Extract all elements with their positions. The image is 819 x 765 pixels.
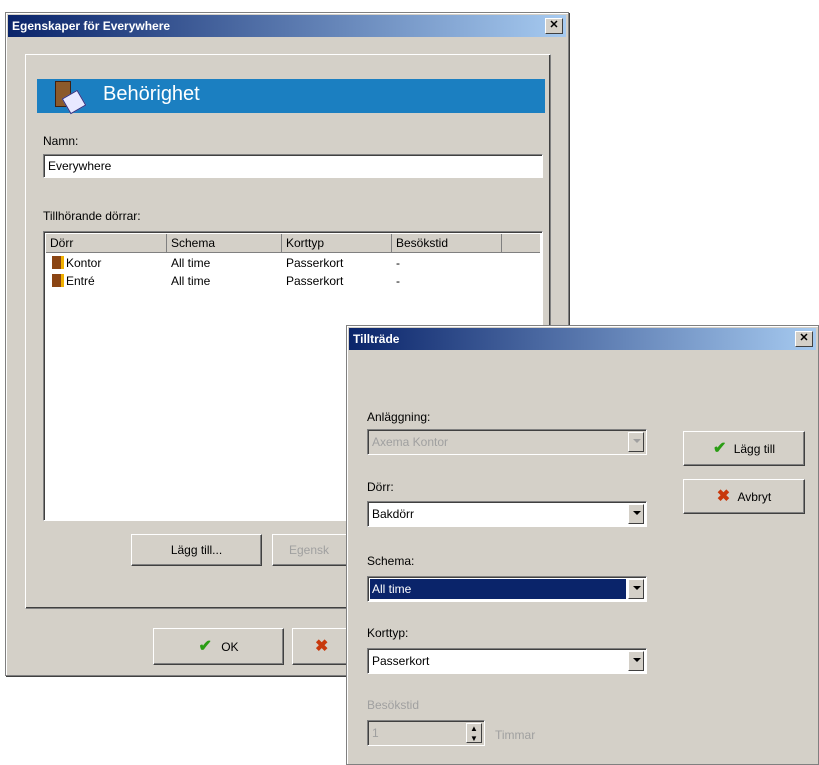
visit-time-spinner[interactable]: 1 ▲ ▼ (367, 720, 485, 746)
column-header-visittime[interactable]: Besökstid (392, 234, 502, 252)
close-icon[interactable]: ✕ (545, 18, 563, 34)
column-header-schema[interactable]: Schema (167, 234, 282, 252)
schedule-combo[interactable]: All time (367, 576, 647, 602)
facility-combo[interactable]: Axema Kontor (367, 429, 647, 455)
table-row[interactable]: Kontor All time Passerkort - (46, 254, 540, 272)
cardtype-combo[interactable]: Passerkort (367, 648, 647, 674)
access-dialog: Tillträde ✕ Anläggning: Axema Kontor Dör… (346, 325, 819, 765)
banner: Behörighet (37, 77, 545, 115)
schedule-combo-value: All time (372, 582, 412, 596)
door-properties-button-label: Egensk (289, 543, 330, 557)
add-door-button[interactable]: Lägg till... (131, 534, 262, 566)
banner-title: Behörighet (103, 83, 200, 105)
facility-label: Anläggning: (367, 410, 431, 424)
close-icon[interactable]: ✕ (795, 331, 813, 347)
name-label: Namn: (43, 134, 79, 148)
row-schema: All time (171, 256, 211, 270)
spinner-arrows-icon[interactable]: ▲ ▼ (466, 723, 482, 743)
cancel-access-button-label: Avbryt (737, 490, 772, 504)
access-dialog-title: Tillträde (353, 332, 400, 346)
name-field[interactable]: Everywhere (43, 154, 543, 178)
door-icon (52, 256, 64, 269)
chevron-down-icon[interactable] (628, 651, 644, 671)
row-door: Kontor (66, 256, 102, 270)
access-dialog-titlebar[interactable]: Tillträde ✕ (349, 328, 816, 350)
table-row[interactable]: Entré All time Passerkort - (46, 272, 540, 290)
row-visittime: - (396, 274, 400, 288)
add-access-button-label: Lägg till (733, 442, 776, 456)
column-header-door[interactable]: Dörr (46, 234, 167, 252)
visit-time-label: Besökstid (367, 698, 420, 712)
chevron-down-icon[interactable] (628, 579, 644, 599)
facility-combo-value: Axema Kontor (372, 435, 449, 449)
row-visittime: - (396, 256, 400, 270)
door-combo[interactable]: Bakdörr (367, 501, 647, 527)
properties-dialog-titlebar[interactable]: Egenskaper för Everywhere ✕ (8, 15, 566, 37)
column-header-cardtype[interactable]: Korttyp (282, 234, 392, 252)
ok-button[interactable]: ✔ OK (153, 628, 284, 665)
permission-icon (51, 77, 87, 115)
visit-time-unit: Timmar (495, 728, 536, 742)
row-cardtype: Passerkort (286, 274, 344, 288)
cancel-x-icon: ✖ (315, 638, 329, 655)
cancel-x-icon: ✖ (716, 488, 731, 505)
doors-label: Tillhörande dörrar: (43, 209, 141, 223)
properties-dialog-title: Egenskaper för Everywhere (12, 19, 171, 33)
cancel-access-button[interactable]: ✖ Avbryt (683, 479, 805, 514)
visit-time-value: 1 (372, 726, 379, 740)
row-cardtype: Passerkort (286, 256, 344, 270)
name-field-value: Everywhere (48, 159, 112, 173)
add-door-button-label: Lägg till... (170, 543, 223, 557)
schedule-label: Schema: (367, 554, 415, 568)
checkmark-icon: ✔ (198, 638, 212, 655)
ok-button-label: OK (221, 640, 239, 654)
chevron-down-icon[interactable] (628, 432, 644, 452)
add-access-button[interactable]: ✔ Lägg till (683, 431, 805, 466)
cardtype-combo-value: Passerkort (372, 654, 430, 668)
door-label: Dörr: (367, 480, 394, 494)
row-door: Entré (66, 274, 95, 288)
chevron-down-icon[interactable] (628, 504, 644, 524)
doors-list-header: Dörr Schema Korttyp Besökstid (46, 234, 540, 253)
door-combo-value: Bakdörr (372, 507, 415, 521)
row-schema: All time (171, 274, 211, 288)
door-icon (52, 274, 64, 287)
checkmark-icon: ✔ (712, 440, 727, 457)
cardtype-label: Korttyp: (367, 626, 409, 640)
